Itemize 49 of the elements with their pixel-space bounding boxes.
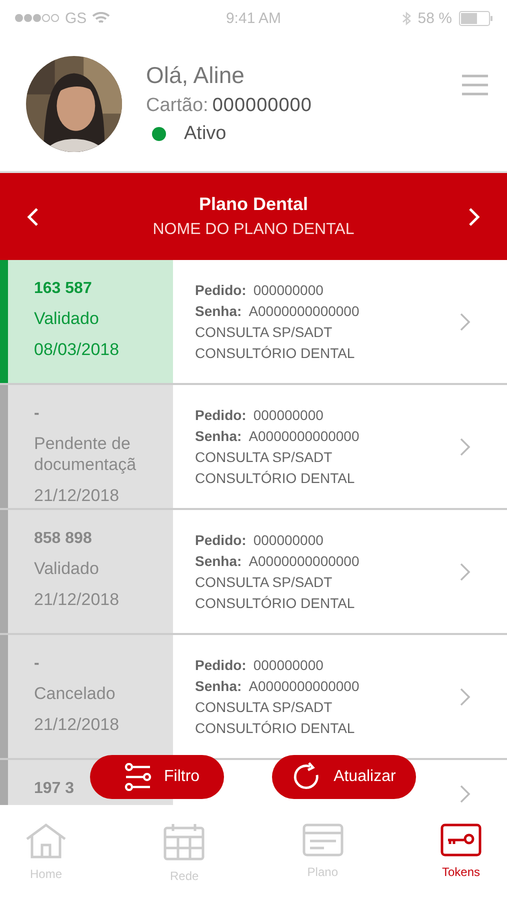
clock-time: 9:41 AM	[226, 10, 282, 26]
token-date: 21/12/2018	[34, 714, 120, 735]
provider-type: CONSULTÓRIO DENTAL	[195, 345, 356, 361]
password-label: Senha:	[195, 553, 242, 569]
token-status: Validado	[34, 558, 100, 579]
token-code: -	[34, 655, 40, 673]
order-number: 000000000	[253, 532, 324, 548]
password-label: Senha:	[195, 303, 242, 319]
card-label: Cartão:	[146, 95, 208, 117]
token-status: Pendente de documentaçã	[34, 433, 138, 475]
order-label: Pedido:	[195, 407, 246, 423]
token-date: 21/12/2018	[34, 485, 120, 506]
tab-item[interactable]: Tokens	[430, 805, 491, 900]
order-number: 000000000	[253, 282, 324, 298]
card-number: 000000000	[212, 95, 312, 117]
password-label: Senha:	[195, 678, 242, 694]
token-code: 163 587	[34, 280, 93, 298]
order-number: 000000000	[253, 657, 324, 673]
service-type: CONSULTA SP/SADT	[195, 449, 334, 465]
greeting-text: Olá, Aline	[146, 62, 246, 89]
token-date: 08/03/2018	[34, 339, 120, 360]
token-status: Validado	[34, 308, 100, 329]
battery-percent: 58 %	[418, 10, 452, 26]
token-date: 21/12/2018	[34, 589, 120, 610]
token-code: -	[34, 405, 40, 423]
password-value: A0000000000000	[248, 428, 360, 444]
provider-type: CONSULTÓRIO DENTAL	[195, 720, 356, 736]
password-value: A0000000000000	[248, 303, 360, 319]
password-value: A0000000000000	[248, 553, 360, 569]
password-label: Senha:	[195, 428, 242, 444]
service-type: CONSULTA SP/SADT	[195, 699, 334, 715]
status-text: Ativo	[184, 123, 226, 145]
token-code: 197 3	[34, 780, 76, 798]
service-type: CONSULTA SP/SADT	[195, 324, 334, 340]
plan-name: NOME DO PLANO DENTAL	[152, 221, 354, 239]
token-code: 858 898	[34, 530, 93, 548]
provider-type: CONSULTÓRIO DENTAL	[195, 470, 356, 486]
carrier-name: GS	[65, 10, 87, 26]
order-label: Pedido:	[195, 532, 246, 548]
password-value: A0000000000000	[248, 678, 360, 694]
service-type: CONSULTA SP/SADT	[195, 574, 334, 590]
provider-type: CONSULTÓRIO DENTAL	[195, 595, 356, 611]
plan-title: Plano Dental	[198, 194, 308, 215]
order-number: 000000000	[253, 407, 324, 423]
token-status: Cancelado	[34, 683, 116, 704]
order-label: Pedido:	[195, 282, 246, 298]
action-button[interactable]: Atualizar	[272, 755, 416, 799]
order-label: Pedido:	[195, 657, 246, 673]
action-button[interactable]: Filtro	[90, 755, 224, 799]
